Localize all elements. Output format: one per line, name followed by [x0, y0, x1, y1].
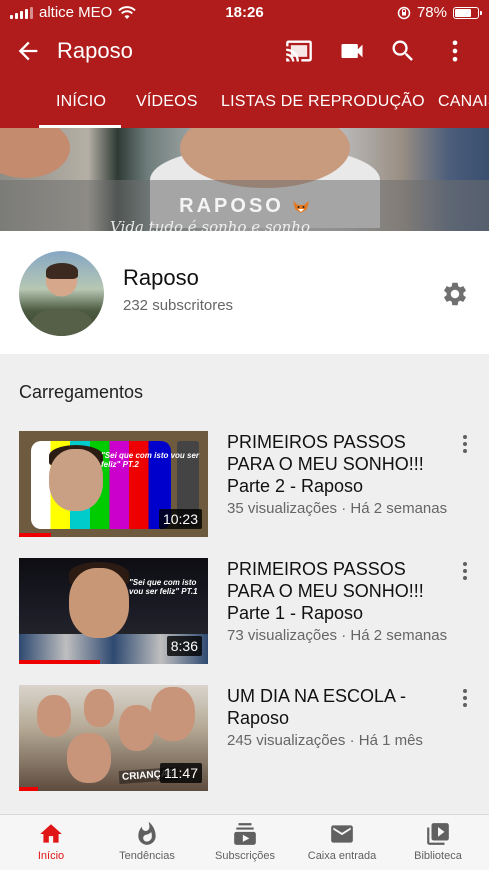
rotation-lock-icon	[397, 6, 411, 19]
channel-name: Raposo	[123, 265, 199, 290]
tab-playlists[interactable]: LISTAS DE REPRODUÇÃO	[221, 76, 425, 128]
nav-trending[interactable]: Tendências	[98, 821, 196, 862]
watch-progress-bar	[19, 533, 52, 537]
banner-title: RAPOSO	[0, 195, 489, 218]
tab-videos[interactable]: VÍDEOS	[136, 76, 198, 128]
status-bar: altice MEO 18:26 78%	[0, 0, 489, 26]
watch-progress-bar	[19, 787, 38, 791]
video-item[interactable]: "Sei que com isto vou ser feliz" PT.1 8:…	[0, 558, 489, 666]
channel-banner: RAPOSO Vida tudo é sonho e sonho	[0, 128, 489, 231]
cast-icon[interactable]	[285, 37, 313, 65]
more-vertical-icon[interactable]	[455, 433, 475, 455]
back-arrow-icon[interactable]	[14, 37, 42, 65]
fox-icon	[292, 200, 309, 213]
more-vertical-icon[interactable]	[441, 37, 469, 65]
video-thumbnail[interactable]: "Sei que com isto vou ser feliz" PT.2 10…	[19, 431, 208, 537]
video-thumbnail[interactable]: "Sei que com isto vou ser feliz" PT.1 8:…	[19, 558, 208, 664]
tab-inicio[interactable]: INÍCIO	[39, 76, 121, 128]
video-duration: 11:47	[160, 763, 202, 783]
video-camera-icon[interactable]	[338, 37, 366, 65]
mail-icon	[331, 825, 353, 843]
more-vertical-icon[interactable]	[455, 560, 475, 582]
subscriptions-icon	[234, 823, 256, 845]
nav-label: Tendências	[119, 850, 175, 862]
nav-label: Caixa entrada	[307, 850, 377, 862]
flame-icon	[138, 821, 156, 845]
gear-icon[interactable]	[441, 280, 469, 308]
video-title[interactable]: PRIMEIROS PASSOS PARA O MEU SONHO!!! Par…	[227, 431, 447, 497]
channel-header: Raposo 232 subscritores	[0, 231, 489, 354]
video-meta: 245 visualizações · Há 1 mês	[227, 732, 423, 749]
nav-inbox[interactable]: Caixa entrada	[293, 821, 391, 862]
nav-library[interactable]: Biblioteca	[389, 821, 487, 862]
thumbnail-caption: "Sei que com isto vou ser feliz" PT.1	[129, 578, 198, 596]
video-item[interactable]: "Sei que com isto vou ser feliz" PT.2 10…	[0, 431, 489, 539]
battery-icon	[453, 6, 482, 19]
more-vertical-icon[interactable]	[455, 687, 475, 709]
watch-progress-bar	[19, 660, 101, 664]
nav-home[interactable]: Início	[2, 821, 100, 862]
avatar[interactable]	[19, 251, 104, 336]
video-item[interactable]: CRIANÇAS 11:47 UM DIA NA ESCOLA - Raposo…	[0, 685, 489, 793]
nav-label: Subscrições	[215, 850, 275, 862]
video-meta: 73 visualizações · Há 2 semanas	[227, 627, 448, 644]
bottom-navigation: Início Tendências Subscrições Caixa entr…	[0, 814, 489, 870]
thumbnail-caption: "Sei que com isto vou ser feliz" PT.2	[101, 451, 200, 469]
video-duration: 8:36	[166, 636, 202, 656]
app-bar: Raposo	[0, 26, 489, 76]
subscriber-count: 232 subscritores	[123, 297, 234, 314]
banner-script-text: Vida tudo é sonho e sonho	[110, 218, 310, 231]
section-title-uploads: Carregamentos	[19, 382, 144, 402]
home-icon	[40, 824, 62, 843]
video-title[interactable]: UM DIA NA ESCOLA - Raposo	[227, 685, 417, 729]
library-icon	[427, 823, 449, 845]
channel-tabs: INÍCIO VÍDEOS LISTAS DE REPRODUÇÃO CANAI…	[0, 76, 489, 128]
nav-label: Início	[37, 850, 65, 862]
video-meta: 35 visualizações · Há 2 semanas	[227, 500, 448, 517]
banner-person	[0, 128, 70, 178]
search-icon[interactable]	[389, 37, 417, 65]
tab-channels[interactable]: CANAIS	[438, 76, 489, 128]
video-duration: 10:23	[158, 509, 202, 529]
battery-percent: 78%	[416, 4, 447, 21]
page-title: Raposo	[57, 38, 133, 63]
video-title[interactable]: PRIMEIROS PASSOS PARA O MEU SONHO!!! Par…	[227, 558, 447, 624]
nav-label: Biblioteca	[414, 850, 462, 862]
nav-subscriptions[interactable]: Subscrições	[196, 821, 294, 862]
video-thumbnail[interactable]: CRIANÇAS 11:47	[19, 685, 208, 791]
